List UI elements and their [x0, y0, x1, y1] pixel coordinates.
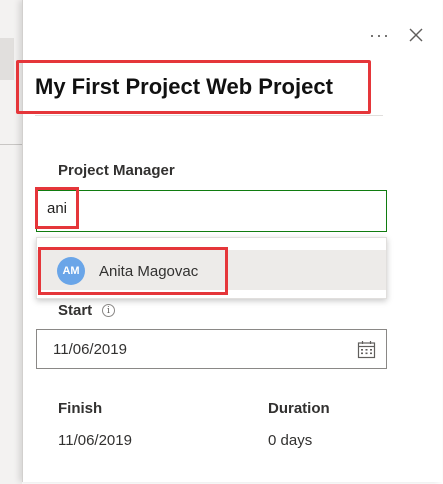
close-icon[interactable]: [408, 27, 424, 43]
start-date-input[interactable]: 11/06/2019: [36, 329, 387, 369]
avatar: AM: [57, 257, 85, 285]
panel-actions: ···: [369, 26, 424, 44]
start-label: Start: [58, 302, 93, 319]
finish-value: 11/06/2019: [58, 432, 132, 449]
suggestion-anita-magovac[interactable]: AM Anita Magovac: [38, 247, 228, 295]
background-block: [0, 38, 14, 80]
project-title[interactable]: My First Project Web Project: [16, 60, 371, 114]
duration-label: Duration: [268, 400, 330, 417]
finish-label: Finish: [58, 400, 103, 417]
calendar-icon[interactable]: [357, 340, 376, 359]
project-manager-label: Project Manager: [58, 162, 175, 179]
project-manager-input[interactable]: [36, 190, 387, 232]
title-underline: [35, 115, 383, 116]
project-manager-typed-value[interactable]: ani: [35, 187, 79, 229]
background-divider: [0, 144, 22, 145]
duration-value: 0 days: [268, 432, 313, 449]
more-options-icon[interactable]: ···: [369, 26, 390, 44]
suggestion-name: Anita Magovac: [99, 262, 199, 280]
project-title-text: My First Project Web Project: [35, 74, 333, 99]
start-date-value: 11/06/2019: [53, 340, 127, 358]
info-icon[interactable]: i: [102, 304, 115, 317]
